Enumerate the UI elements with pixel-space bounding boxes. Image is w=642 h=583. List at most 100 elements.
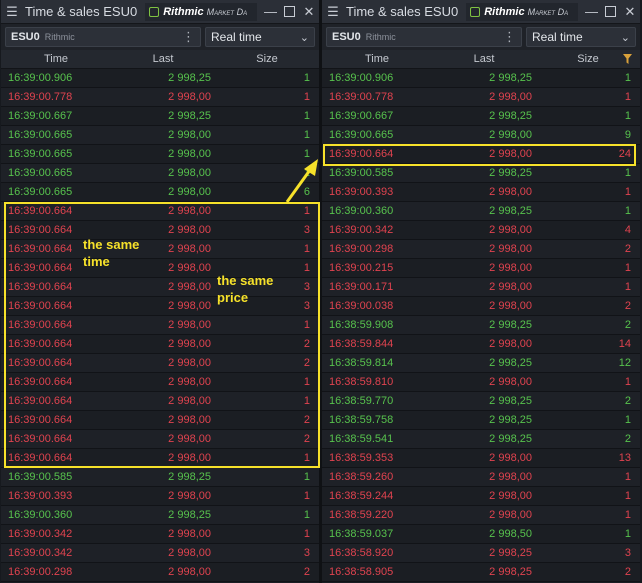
trade-time: 16:39:00.393 [8,490,73,502]
minimize-icon[interactable]: — [264,5,277,18]
trade-row[interactable]: 16:39:00.665 2 998,00 9 [322,126,640,145]
trade-row[interactable]: 16:39:00.664 2 998,00 24 [322,145,640,164]
trade-size: 1 [624,376,631,388]
column-header-size-label: Size [577,53,599,65]
column-header-time[interactable]: Time [1,53,111,65]
panel-title-bar[interactable]: ☰ Time & sales ESU0 Rithmic Market Da — … [1,0,319,24]
trade-row[interactable]: 16:39:00.664 2 998,00 1 [1,392,319,411]
trade-row[interactable]: 16:39:00.665 2 998,00 1 [1,145,319,164]
trade-row[interactable]: 16:39:00.664 2 998,00 1 [1,240,319,259]
brand-name: Rithmic [484,5,525,18]
trade-row[interactable]: 16:39:00.665 2 998,00 1 [1,164,319,183]
trade-row[interactable]: 16:39:00.342 2 998,00 3 [1,544,319,563]
column-header-last[interactable]: Last [111,53,215,65]
trade-row[interactable]: 16:39:00.393 2 998,00 1 [1,487,319,506]
trade-price: 2 998,50 [489,528,532,540]
filter-icon[interactable] [623,54,632,64]
trade-row[interactable]: 16:38:58.920 2 998,25 3 [322,544,640,563]
trade-time: 16:39:00.664 [8,414,73,426]
symbol-selector[interactable]: ESU0 Rithmic ⋮ [5,27,201,47]
more-options-icon[interactable]: ⋮ [182,29,195,45]
trade-row[interactable]: 16:39:00.393 2 998,00 1 [322,183,640,202]
trade-row[interactable]: 16:39:00.667 2 998,25 1 [322,107,640,126]
more-options-icon[interactable]: ⋮ [503,29,516,45]
trade-row[interactable]: 16:39:00.906 2 998,25 1 [1,69,319,88]
panel-title-bar[interactable]: ☰ Time & sales ESU0 Rithmic Market Da — … [322,0,640,24]
trade-row[interactable]: 16:38:59.758 2 998,25 1 [322,411,640,430]
mode-dropdown[interactable]: Real time ⌄ [205,27,315,47]
column-header-size[interactable]: Size [536,53,640,65]
trade-row[interactable]: 16:39:00.664 2 998,00 2 [1,354,319,373]
trade-row[interactable]: 16:38:59.844 2 998,00 14 [322,335,640,354]
trade-row[interactable]: 16:39:00.778 2 998,00 1 [1,88,319,107]
trade-price: 2 998,25 [489,357,532,369]
trade-row[interactable]: 16:39:00.664 2 998,00 2 [1,411,319,430]
trade-row[interactable]: 16:39:00.038 2 998,00 2 [322,297,640,316]
trade-row[interactable]: 16:39:00.585 2 998,25 1 [322,164,640,183]
trade-row[interactable]: 16:38:59.908 2 998,25 2 [322,316,640,335]
trade-row[interactable]: 16:38:59.353 2 998,00 13 [322,449,640,468]
trade-row[interactable]: 16:39:00.665 2 998,00 1 [1,126,319,145]
trade-row[interactable]: 16:39:00.667 2 998,25 1 [1,107,319,126]
trade-time: 16:39:00.342 [329,224,394,236]
trade-row[interactable]: 16:38:59.244 2 998,00 1 [322,487,640,506]
trade-time: 16:38:59.908 [329,319,394,331]
close-icon[interactable]: ✕ [303,5,315,18]
brand-tagline: Market Da [206,6,248,17]
rithmic-logo-icon [149,6,160,17]
trade-row[interactable]: 16:39:00.215 2 998,00 1 [322,259,640,278]
trade-size: 12 [618,357,631,369]
trade-row[interactable]: 16:39:00.171 2 998,00 1 [322,278,640,297]
trade-size: 2 [303,566,310,578]
trade-row[interactable]: 16:38:59.220 2 998,00 1 [322,506,640,525]
trade-price: 2 998,00 [489,129,532,141]
trade-row[interactable]: 16:39:00.298 2 998,00 2 [1,563,319,582]
trade-price: 2 998,00 [489,262,532,274]
hamburger-menu-icon[interactable]: ☰ [326,4,340,20]
trade-row[interactable]: 16:38:59.260 2 998,00 1 [322,468,640,487]
trade-size: 1 [624,262,631,274]
trade-row[interactable]: 16:39:00.342 2 998,00 1 [1,525,319,544]
trade-row[interactable]: 16:39:00.664 2 998,00 2 [1,430,319,449]
trade-row[interactable]: 16:39:00.585 2 998,25 1 [1,468,319,487]
trade-row[interactable]: 16:38:59.770 2 998,25 2 [322,392,640,411]
trade-price: 2 998,25 [489,414,532,426]
maximize-icon[interactable] [605,6,616,17]
trade-row[interactable]: 16:38:59.814 2 998,25 12 [322,354,640,373]
column-header-time[interactable]: Time [322,53,432,65]
trade-row[interactable]: 16:39:00.298 2 998,00 2 [322,240,640,259]
trade-row[interactable]: 16:39:00.665 2 998,00 6 [1,183,319,202]
mode-dropdown[interactable]: Real time ⌄ [526,27,636,47]
trade-price: 2 998,00 [168,186,211,198]
trade-size: 2 [624,566,631,578]
trade-row[interactable]: 16:39:00.360 2 998,25 1 [322,202,640,221]
trade-row[interactable]: 16:39:00.664 2 998,00 1 [1,316,319,335]
trade-size: 1 [303,528,310,540]
trade-time: 16:39:00.585 [8,471,73,483]
trade-time: 16:38:58.920 [329,547,394,559]
trade-row[interactable]: 16:39:00.906 2 998,25 1 [322,69,640,88]
trade-row[interactable]: 16:38:59.810 2 998,00 1 [322,373,640,392]
trade-row[interactable]: 16:39:00.342 2 998,00 4 [322,221,640,240]
maximize-icon[interactable] [284,6,295,17]
trade-time: 16:38:59.770 [329,395,394,407]
trade-size: 1 [624,471,631,483]
hamburger-menu-icon[interactable]: ☰ [5,4,19,20]
trade-row[interactable]: 16:39:00.664 2 998,00 3 [1,221,319,240]
trade-row[interactable]: 16:39:00.664 2 998,00 1 [1,202,319,221]
trade-row[interactable]: 16:39:00.778 2 998,00 1 [322,88,640,107]
trade-row[interactable]: 16:39:00.360 2 998,25 1 [1,506,319,525]
trade-row[interactable]: 16:39:00.664 2 998,00 1 [1,449,319,468]
trade-time: 16:39:00.665 [329,129,394,141]
symbol-selector[interactable]: ESU0 Rithmic ⋮ [326,27,522,47]
trade-row[interactable]: 16:38:58.905 2 998,25 2 [322,563,640,582]
trade-row[interactable]: 16:38:59.037 2 998,50 1 [322,525,640,544]
trade-row[interactable]: 16:39:00.664 2 998,00 2 [1,335,319,354]
trades-list: 16:39:00.906 2 998,25 1 16:39:00.778 2 998,0… [322,69,640,582]
trade-row[interactable]: 16:38:59.541 2 998,25 2 [322,430,640,449]
minimize-icon[interactable]: — [585,5,598,18]
trade-row[interactable]: 16:39:00.664 2 998,00 1 [1,373,319,392]
column-header-last[interactable]: Last [432,53,536,65]
column-header-size[interactable]: Size [215,53,319,65]
close-icon[interactable]: ✕ [624,5,636,18]
